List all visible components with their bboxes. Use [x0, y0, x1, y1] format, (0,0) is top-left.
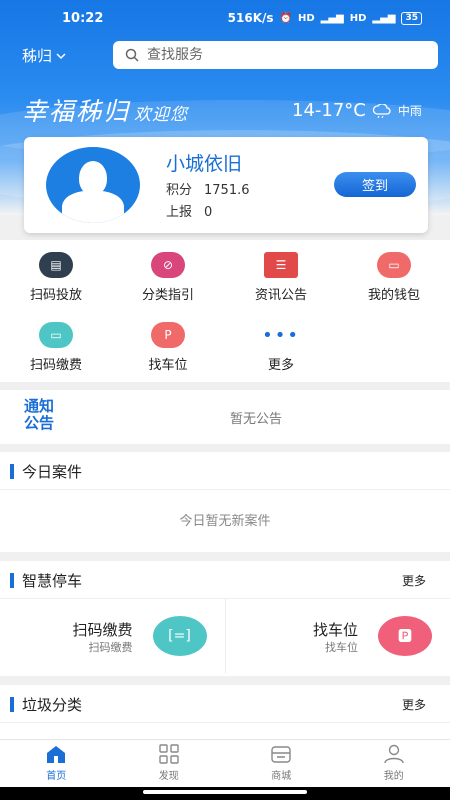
- store-icon: [271, 746, 291, 763]
- service-label: 扫码投放: [29, 288, 82, 303]
- notice-text: 暂无公告: [230, 412, 283, 427]
- parking-item-sub: 扫码缴费: [88, 641, 133, 654]
- tab-mine[interactable]: 我的: [338, 740, 450, 787]
- status-icons: 516K/s ⏰ HD ▂▄▆ HD ▂▄▆ 35: [228, 11, 422, 25]
- parking-item-name: 扫码缴费: [72, 621, 133, 639]
- signin-button[interactable]: 签到: [334, 172, 416, 197]
- parking-cards: 扫码缴费 扫码缴费 [=] 找车位 找车位 🅿: [0, 599, 450, 673]
- section-marker: [10, 697, 14, 712]
- section-title: 智慧停车: [22, 572, 83, 590]
- parking-scan-pay-card[interactable]: 扫码缴费 扫码缴费 [=]: [0, 599, 225, 673]
- home-indicator[interactable]: [143, 790, 307, 794]
- welcome-text: 欢迎您: [134, 105, 189, 125]
- battery-icon: 35: [401, 11, 422, 25]
- scan-pay-icon: [=]: [152, 616, 207, 656]
- scan-drop-icon: ▤: [39, 252, 73, 278]
- car-parking-icon: 🅿: [378, 616, 432, 656]
- service-label: 更多: [267, 358, 294, 373]
- more-dots-icon: •••: [262, 324, 300, 346]
- section-marker: [10, 464, 14, 479]
- status-time: 10:22: [62, 11, 104, 26]
- network-speed: 516K/s: [227, 11, 274, 25]
- points-value: 1751.6: [204, 183, 250, 198]
- system-home-bar: [0, 787, 450, 800]
- section-header: 今日案件: [0, 452, 450, 490]
- temperature: 14-17°C: [292, 100, 366, 121]
- slogan: 幸福秭归 欢迎您: [22, 92, 188, 128]
- profile-card: 小城依旧 积分 1751.6 上报 0 签到: [24, 137, 428, 233]
- weather-condition: 中雨: [397, 104, 422, 118]
- garbage-section: 垃圾分类 更多: [0, 685, 450, 739]
- tab-label: 首页: [46, 771, 67, 782]
- service-guide[interactable]: ⊘ 分类指引: [112, 252, 224, 303]
- home-icon: [47, 746, 66, 763]
- section-header: 垃圾分类 更多: [0, 685, 450, 723]
- scan-pay-icon: ▭: [39, 322, 73, 348]
- notice-title: 通知公告: [24, 397, 55, 432]
- parking-icon: P: [151, 322, 185, 348]
- avatar-head: [79, 161, 107, 195]
- cases-section: 今日案件 今日暂无新案件: [0, 452, 450, 552]
- tab-mall[interactable]: 商城: [225, 740, 338, 787]
- service-news[interactable]: ☰ 资讯公告: [225, 252, 337, 303]
- grid-icon: [159, 744, 179, 764]
- status-bar: 10:22 516K/s ⏰ HD ▂▄▆ HD ▂▄▆ 35: [0, 0, 450, 38]
- parking-item-sub: 找车位: [325, 641, 358, 654]
- slogan-title: 幸福秭归: [22, 97, 131, 126]
- service-wallet[interactable]: ▭ 我的钱包: [338, 252, 450, 303]
- search-bar[interactable]: [113, 41, 438, 69]
- hd-icon: HD: [297, 12, 315, 24]
- reports-value: 0: [204, 205, 213, 220]
- service-label: 扫码缴费: [29, 358, 82, 373]
- tab-label: 我的: [383, 771, 404, 782]
- weather-widget: 14-17°C 中雨: [292, 100, 422, 121]
- search-input[interactable]: [147, 47, 397, 63]
- points-label: 积分: [166, 183, 193, 198]
- hd-icon: HD: [349, 12, 367, 24]
- compass-icon: ⊘: [151, 252, 185, 278]
- signal-icon: ▂▄▆: [372, 12, 396, 24]
- signal-icon: ▂▄▆: [320, 12, 344, 24]
- notice-bar[interactable]: 通知公告 暂无公告: [0, 390, 450, 444]
- service-label: 分类指引: [141, 288, 194, 303]
- user-icon: [384, 744, 404, 764]
- points-row: 积分 1751.6: [166, 179, 250, 198]
- tab-discover[interactable]: 发现: [113, 740, 226, 787]
- service-grid: ▤ 扫码投放 ⊘ 分类指引 ☰ 资讯公告 ▭ 我的钱包 ▭ 扫码缴费 P 找车位…: [0, 240, 450, 382]
- search-icon: [125, 48, 139, 62]
- reports-label: 上报: [166, 205, 193, 220]
- news-icon: ☰: [264, 252, 298, 278]
- reports-row: 上报 0: [166, 201, 212, 220]
- chevron-down-icon: [56, 52, 66, 59]
- service-parking[interactable]: P 找车位: [112, 322, 224, 373]
- section-marker: [10, 573, 14, 588]
- user-name: 小城依旧: [166, 153, 243, 175]
- rain-cloud-icon: [372, 103, 391, 118]
- section-title: 今日案件: [22, 463, 83, 481]
- service-label: 资讯公告: [254, 288, 307, 303]
- parking-more-link[interactable]: 更多: [402, 572, 426, 589]
- bottom-tab-bar: 首页 发现 商城 我的: [0, 739, 450, 787]
- tab-label: 商城: [271, 771, 292, 782]
- cases-empty-text: 今日暂无新案件: [179, 514, 271, 529]
- service-scan-drop[interactable]: ▤ 扫码投放: [0, 252, 112, 303]
- parking-item-name: 找车位: [312, 621, 358, 639]
- parking-find-spot-card[interactable]: 找车位 找车位 🅿: [224, 599, 450, 673]
- alarm-icon: ⏰: [279, 12, 292, 24]
- city-label: 秭归: [22, 47, 53, 65]
- section-header: 智慧停车 更多: [0, 561, 450, 599]
- service-scan-pay[interactable]: ▭ 扫码缴费: [0, 322, 112, 373]
- avatar-body: [62, 191, 124, 223]
- wallet-icon: ▭: [377, 252, 411, 278]
- service-label: 找车位: [148, 358, 188, 373]
- service-label: 我的钱包: [367, 288, 420, 303]
- avatar[interactable]: [46, 147, 140, 223]
- parking-section: 智慧停车 更多 扫码缴费 扫码缴费 [=] 找车位 找车位 🅿: [0, 561, 450, 676]
- tab-label: 发现: [158, 771, 179, 782]
- city-selector[interactable]: 秭归: [22, 45, 66, 66]
- tab-home[interactable]: 首页: [0, 740, 113, 787]
- service-more[interactable]: ••• 更多: [225, 322, 337, 374]
- section-title: 垃圾分类: [22, 696, 83, 714]
- garbage-more-link[interactable]: 更多: [402, 696, 426, 713]
